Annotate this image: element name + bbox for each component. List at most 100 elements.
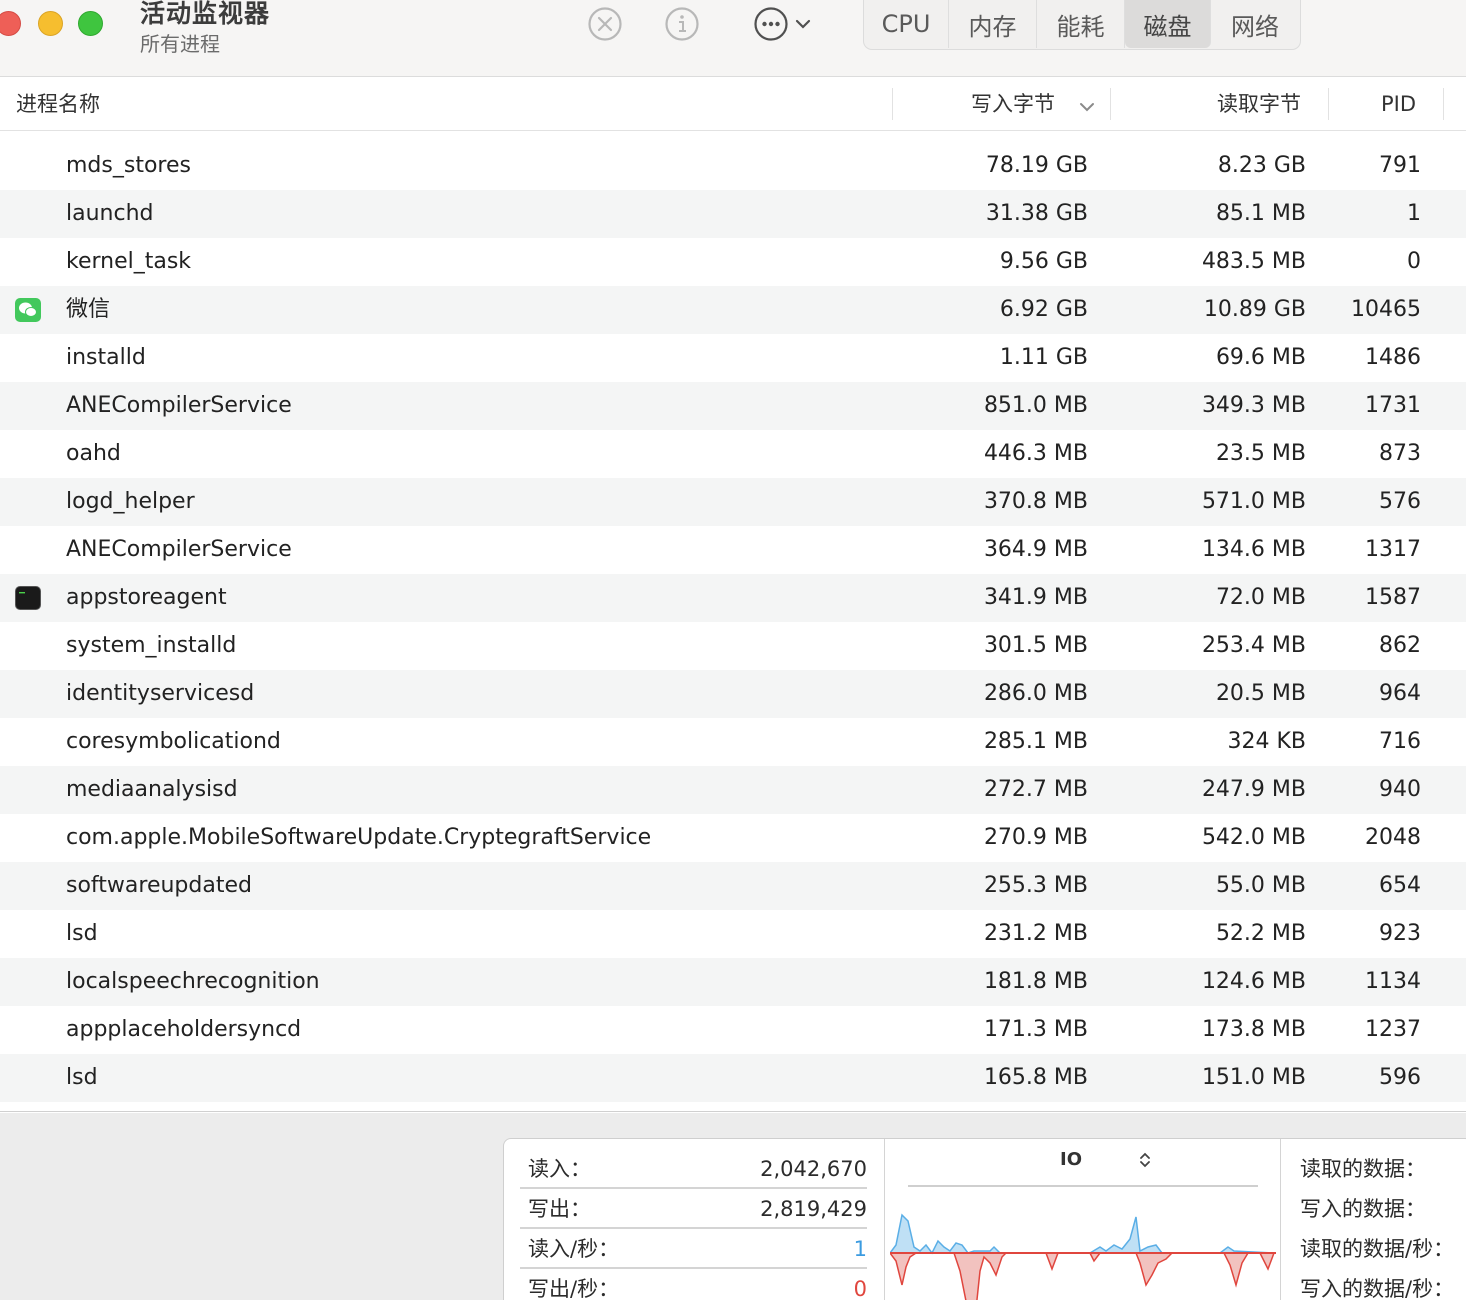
table-row[interactable]: identityservicesd 286.0 MB 20.5 MB 964	[0, 670, 1466, 718]
pid-cell: 873	[1379, 441, 1421, 466]
table-row[interactable]: lsd 231.2 MB 52.2 MB 923	[0, 910, 1466, 958]
process-table: mds_stores 78.19 GB 8.23 GB 791 launchd 31.38…	[0, 142, 1466, 1102]
pid-cell: 1317	[1365, 537, 1421, 562]
column-header-bytes-read[interactable]: 读取字节	[1217, 77, 1301, 131]
table-row[interactable]: logd_helper 370.8 MB 571.0 MB 576	[0, 478, 1466, 526]
bytes-read-cell: 324 KB	[1227, 729, 1306, 754]
pid-cell: 716	[1379, 729, 1421, 754]
table-row[interactable]: appplaceholdersyncd 171.3 MB 173.8 MB 1237	[0, 1006, 1466, 1054]
tab-energy[interactable]: 能耗	[1037, 0, 1125, 48]
process-name-cell: identityservicesd	[66, 681, 255, 706]
tab-disk[interactable]: 磁盘	[1125, 0, 1211, 48]
tab-memory[interactable]: 内存	[949, 0, 1037, 48]
process-name-cell: softwareupdated	[66, 873, 252, 898]
bytes-read-cell: 85.1 MB	[1215, 201, 1306, 226]
column-divider[interactable]	[892, 88, 893, 120]
table-row[interactable]: oahd 446.3 MB 23.5 MB 873	[0, 430, 1466, 478]
tab-network[interactable]: 网络	[1211, 0, 1299, 48]
stat-writes-per-sec: 写出/秒： 0	[520, 1269, 867, 1300]
table-row[interactable]: com.apple.MobileSoftwareUpdate.Cryptegra…	[0, 814, 1466, 862]
bytes-read-cell: 124.6 MB	[1201, 969, 1306, 994]
bytes-read-cell: 173.8 MB	[1201, 1017, 1306, 1042]
column-divider[interactable]	[1443, 88, 1444, 120]
table-row[interactable]: localspeechrecognition 181.8 MB 124.6 MB 11…	[0, 958, 1466, 1006]
process-name-cell: com.apple.MobileSoftwareUpdate.Cryptegra…	[66, 825, 652, 850]
more-actions-button[interactable]	[746, 5, 818, 43]
table-row[interactable]: mediaanalysisd 272.7 MB 247.9 MB 940	[0, 766, 1466, 814]
bytes-read-cell: 483.5 MB	[1201, 249, 1306, 274]
pid-cell: 964	[1379, 681, 1421, 706]
inspect-process-button[interactable]	[663, 5, 701, 43]
table-header: 进程名称 写入字节 读取字节 PID	[0, 77, 1466, 131]
bytes-read-cell: 55.0 MB	[1215, 873, 1306, 898]
bytes-read-cell: 349.3 MB	[1201, 393, 1306, 418]
table-row[interactable]: lsd 165.8 MB 151.0 MB 596	[0, 1054, 1466, 1102]
process-name-cell: system_installd	[66, 633, 237, 658]
bytes-read-cell: 8.23 GB	[1217, 153, 1306, 178]
pid-cell: 923	[1379, 921, 1421, 946]
minimize-window-button[interactable]	[38, 11, 63, 36]
stat-label: 读入：	[528, 1157, 591, 1181]
chevron-down-icon	[795, 18, 811, 30]
bytes-read-cell: 247.9 MB	[1201, 777, 1306, 802]
bytes-written-cell: 171.3 MB	[983, 1017, 1088, 1042]
process-name-cell: lsd	[66, 1065, 98, 1090]
column-divider[interactable]	[1328, 88, 1329, 120]
write-activity-area	[890, 1252, 1276, 1300]
bytes-read-cell: 20.5 MB	[1215, 681, 1306, 706]
table-row[interactable]: appstoreagent 341.9 MB 72.0 MB 1587	[0, 574, 1466, 622]
stat-reads-in: 读入： 2,042,670	[520, 1149, 867, 1189]
bytes-written-cell: 1.11 GB	[999, 345, 1088, 370]
column-header-pid[interactable]: PID	[1381, 77, 1416, 131]
tab-bar: CPU 内存 能耗 磁盘 网络	[863, 0, 1301, 50]
pid-cell: 1731	[1365, 393, 1421, 418]
table-row[interactable]: installd 1.11 GB 69.6 MB 1486	[0, 334, 1466, 382]
bytes-written-cell: 165.8 MB	[983, 1065, 1088, 1090]
close-window-button[interactable]	[0, 11, 21, 36]
process-name-cell: ANECompilerService	[66, 537, 292, 562]
pid-cell: 0	[1407, 249, 1421, 274]
stop-process-icon	[587, 6, 623, 42]
table-row[interactable]: 微信 6.92 GB 10.89 GB 10465	[0, 286, 1466, 334]
table-row[interactable]: system_installd 301.5 MB 253.4 MB 862	[0, 622, 1466, 670]
table-row[interactable]: ANECompilerService 364.9 MB 134.6 MB 1317	[0, 526, 1466, 574]
process-name-cell: appplaceholdersyncd	[66, 1017, 302, 1042]
chart-mode-selector[interactable]: IO	[1060, 1149, 1082, 1170]
up-down-chevron-icon[interactable]	[1138, 1151, 1152, 1173]
table-row[interactable]: kernel_task 9.56 GB 483.5 MB 0	[0, 238, 1466, 286]
table-row[interactable]: coresymbolicationd 285.1 MB 324 KB 716	[0, 718, 1466, 766]
bytes-read-cell: 10.89 GB	[1203, 297, 1306, 322]
process-name-cell: localspeechrecognition	[66, 969, 320, 994]
bytes-written-cell: 286.0 MB	[983, 681, 1088, 706]
panel-divider	[884, 1139, 885, 1300]
column-header-process-name[interactable]: 进程名称	[16, 77, 100, 131]
bytes-written-cell: 9.56 GB	[999, 249, 1088, 274]
bottom-stats-area: 读入： 2,042,670 写出： 2,819,429 读入/秒： 1 写出/秒…	[0, 1113, 1466, 1300]
info-icon	[664, 6, 700, 42]
terminal-icon	[15, 586, 41, 610]
stat-reads-per-sec: 读入/秒： 1	[520, 1229, 867, 1269]
tab-cpu[interactable]: CPU	[864, 0, 949, 48]
pid-cell: 1587	[1365, 585, 1421, 610]
table-row[interactable]: ANECompilerService 851.0 MB 349.3 MB 1731	[0, 382, 1466, 430]
table-row[interactable]: mds_stores 78.19 GB 8.23 GB 791	[0, 142, 1466, 190]
table-row[interactable]: softwareupdated 255.3 MB 55.0 MB 654	[0, 862, 1466, 910]
stop-process-button[interactable]	[586, 5, 624, 43]
ellipsis-circle-icon	[753, 6, 789, 42]
stat-value: 1	[853, 1237, 867, 1261]
bytes-read-cell: 72.0 MB	[1215, 585, 1306, 610]
process-name-cell: mediaanalysisd	[66, 777, 238, 802]
bytes-read-cell: 23.5 MB	[1215, 441, 1306, 466]
stat-label: 写出/秒：	[528, 1277, 620, 1300]
process-name-cell: oahd	[66, 441, 121, 466]
table-row[interactable]: launchd 31.38 GB 85.1 MB 1	[0, 190, 1466, 238]
sort-descending-icon[interactable]	[1079, 98, 1095, 117]
column-header-bytes-written[interactable]: 写入字节	[971, 77, 1055, 131]
stat-value: 2,819,429	[760, 1197, 867, 1221]
process-name-cell: ANECompilerService	[66, 393, 292, 418]
data-read-per-sec-label: 读取的数据/秒：	[1300, 1237, 1455, 1261]
bytes-written-cell: 181.8 MB	[983, 969, 1088, 994]
io-activity-chart	[890, 1213, 1276, 1300]
maximize-window-button[interactable]	[78, 11, 103, 36]
column-divider[interactable]	[1110, 88, 1111, 120]
